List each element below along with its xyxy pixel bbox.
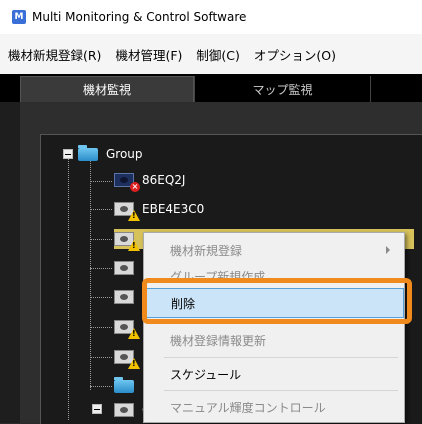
ctx-item-label: 機材新規登録 [170,243,243,258]
tree-line [90,386,112,387]
subgroup-collapse-toggle[interactable] [92,404,102,414]
context-menu: 機材新規登録 グループ新規作成 削除 機材登録情報更新 スケジュール マニュアル… [143,232,405,423]
title-bar: M Multi Monitoring & Control Software [0,0,422,34]
warning-badge-icon [128,240,140,251]
ctx-item-label: 機材登録情報更新 [170,333,267,348]
warning-badge-icon [128,210,140,221]
tree-node-label: Group [106,147,143,161]
ctx-item-label: グループ新規作成 [170,269,266,284]
tree-line [90,181,112,182]
menu-separator [164,323,398,324]
ctx-item-label: スケジュール [170,367,242,382]
menu-device-management[interactable]: 機材管理(F) [115,45,182,64]
tree-line [90,327,112,328]
tree-line [90,268,112,269]
device-icon [114,232,140,251]
window-title: Multi Monitoring & Control Software [32,10,247,24]
tree-device-node[interactable]: EBE4E3C0 [114,199,205,221]
ctx-update-registration[interactable]: 機材登録情報更新 [144,325,404,355]
device-icon [114,202,140,221]
tab-overflow[interactable] [370,76,422,102]
ctx-schedule[interactable]: スケジュール [144,359,404,389]
tab-device-monitoring[interactable]: 機材監視 [20,76,194,102]
device-icon [114,403,134,417]
error-badge-icon: × [130,182,140,192]
tree-node-label: 86EQ2J [142,173,186,187]
warning-badge-icon [128,358,140,369]
ctx-delete[interactable]: 削除 [144,288,404,318]
ctx-item-label: マニュアル輝度コントロール [170,400,326,415]
tree-line [90,160,91,390]
tree-device-node[interactable]: × 86EQ2J [114,170,186,192]
device-icon [114,261,134,275]
device-icon [114,290,134,304]
left-strip [0,102,20,423]
device-icon [114,320,140,339]
ctx-manual-brightness[interactable]: マニュアル輝度コントロール [144,392,404,422]
group-collapse-toggle[interactable] [63,149,73,159]
menu-options[interactable]: オプション(O) [254,45,336,64]
menu-register[interactable]: 機材新規登録(R) [8,45,101,64]
tree-node-label: EBE4E3C0 [142,202,205,216]
tab-bar: 機材監視 マップ監視 [0,74,422,102]
menu-separator [164,357,398,358]
folder-icon [78,144,98,161]
folder-icon [114,376,134,393]
tab-map-monitoring[interactable]: マップ監視 [194,76,370,102]
device-icon [114,350,140,369]
menu-bar: 機材新規登録(R) 機材管理(F) 制御(C) オプション(O) [0,34,422,75]
ctx-item-label: 削除 [171,296,196,311]
tree-line [68,158,69,420]
warning-badge-icon [128,328,140,339]
app-logo-icon: M [12,10,26,24]
menu-separator [164,390,398,391]
menu-control[interactable]: 制御(C) [196,45,239,64]
tree-line [90,239,112,240]
tree-line [90,357,112,358]
submenu-arrow-icon [386,246,390,254]
device-icon: × [114,173,140,192]
tree-line [90,297,112,298]
tree-group-node[interactable]: Group [78,144,143,164]
tree-line [90,209,112,210]
ctx-create-group[interactable]: グループ新規作成 [144,261,404,291]
